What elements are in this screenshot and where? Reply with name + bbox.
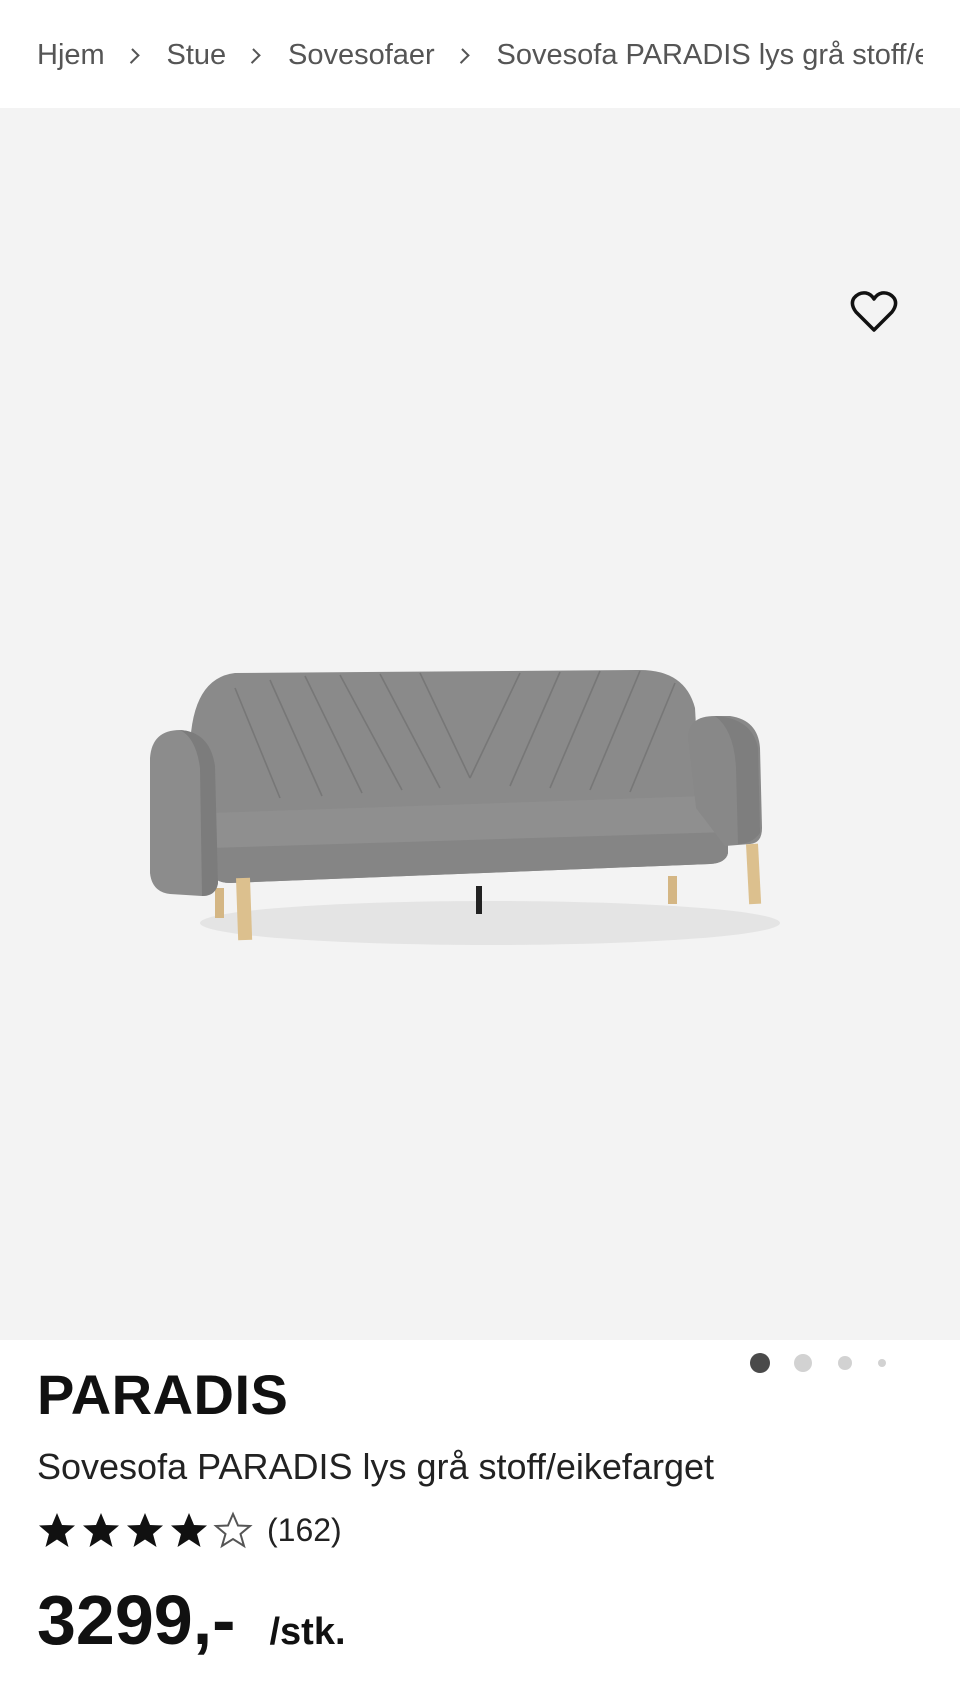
price-row: 3299,- /stk.: [37, 1580, 346, 1660]
gallery-pagination: [748, 1353, 898, 1375]
breadcrumb-item-sovesofaer[interactable]: Sovesofaer: [288, 39, 435, 72]
chevron-right-icon: [123, 48, 140, 64]
pagination-dot-1[interactable]: [750, 1353, 770, 1373]
product-page: Hjem Stue Sovesofaer Sovesofa PARADIS ly…: [0, 0, 960, 1697]
star-outline-icon: [213, 1511, 253, 1549]
chevron-right-icon: [245, 48, 261, 64]
pagination-dot-3[interactable]: [838, 1356, 852, 1370]
product-name: Sovesofa PARADIS lys grå stoff/eikefarge…: [37, 1446, 714, 1487]
star-filled-icon: [83, 1513, 119, 1547]
star-filled-icon: [39, 1513, 75, 1547]
product-image-gallery[interactable]: [0, 108, 960, 1373]
product-rating[interactable]: (162): [37, 1505, 342, 1555]
pagination-dot-2[interactable]: [794, 1354, 812, 1372]
breadcrumb-item-home[interactable]: Hjem: [37, 39, 105, 72]
price-unit: /stk.: [269, 1611, 346, 1653]
star-filled-icon: [171, 1513, 207, 1547]
breadcrumb-current: Sovesofa PARADIS lys grå stoff/eikefarge…: [496, 38, 923, 71]
star-filled-icon: [127, 1513, 163, 1547]
breadcrumb-item-stue[interactable]: Stue: [167, 39, 227, 72]
product-image[interactable]: [140, 648, 830, 988]
review-count[interactable]: (162): [267, 1512, 342, 1549]
heart-icon[interactable]: [850, 290, 898, 334]
breadcrumb: Hjem Stue Sovesofaer Sovesofa PARADIS ly…: [37, 30, 923, 80]
chevron-right-icon: [453, 48, 470, 64]
product-brand: PARADIS: [37, 1363, 289, 1426]
pagination-dot-4[interactable]: [878, 1359, 886, 1367]
product-price: 3299,-: [37, 1581, 236, 1659]
